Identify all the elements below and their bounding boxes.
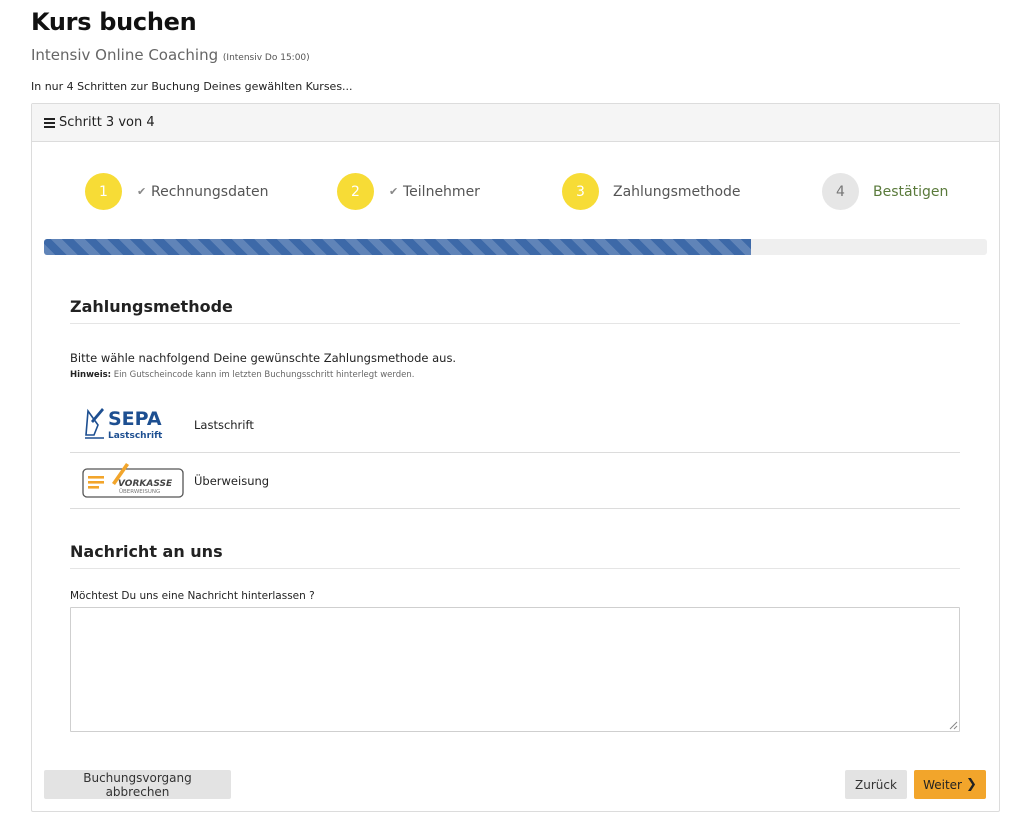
payment-option-sepa[interactable]: SEPA Lastschrift Lastschrift — [70, 397, 960, 453]
step-4-number: 4 — [822, 173, 859, 210]
step-2-label: Teilnehmer — [403, 183, 480, 200]
payment-section-title: Zahlungsmethode — [70, 297, 960, 324]
course-name: Intensiv Online Coaching — [31, 46, 219, 64]
note-text: Ein Gutscheincode kann im letzten Buchun… — [111, 370, 415, 380]
sepa-logo: SEPA Lastschrift — [82, 405, 186, 445]
vorkasse-logo-text: VORKASSE — [118, 479, 173, 489]
sepa-logo-subtext: Lastschrift — [108, 431, 163, 441]
payment-note: Hinweis: Ein Gutscheincode kann im letzt… — [70, 370, 414, 380]
cancel-booking-button[interactable]: Buchungsvorgang abbrechen — [44, 770, 231, 799]
intro-text: In nur 4 Schritten zur Buchung Deines ge… — [31, 80, 353, 93]
check-icon: ✔ — [389, 185, 399, 198]
payment-option-vorkasse-label: Überweisung — [194, 473, 270, 488]
message-section-title: Nachricht an uns — [70, 542, 960, 569]
vorkasse-logo-subtext: ÜBERWEISUNG — [119, 488, 160, 495]
panel-header: Schritt 3 von 4 — [32, 104, 999, 142]
menu-icon — [44, 116, 55, 130]
progress-fill — [44, 239, 752, 255]
step-3-number: 3 — [562, 173, 599, 210]
note-label: Hinweis: — [70, 370, 112, 380]
step-1-number: 1 — [85, 173, 122, 210]
back-button[interactable]: Zurück — [845, 770, 907, 799]
course-subtitle: Intensiv Online Coaching (Intensiv Do 15… — [31, 46, 310, 64]
course-schedule: (Intensiv Do 15:00) — [222, 53, 310, 63]
chevron-right-icon: ❯ — [966, 777, 977, 792]
progress-bar — [44, 239, 987, 255]
step-2-number: 2 — [337, 173, 374, 210]
step-4: 4 Bestätigen — [822, 173, 948, 210]
message-textarea[interactable] — [70, 607, 960, 732]
next-button[interactable]: Weiter ❯ — [914, 770, 986, 799]
payment-description: Bitte wähle nachfolgend Deine gewünschte… — [70, 351, 457, 365]
step-3-label: Zahlungsmethode — [613, 183, 741, 200]
next-button-label: Weiter — [923, 777, 962, 792]
page-title: Kurs buchen — [31, 8, 197, 36]
step-4-label: Bestätigen — [873, 183, 949, 200]
step-1: 1 ✔ Rechnungsdaten — [85, 173, 269, 210]
vorkasse-logo: VORKASSE ÜBERWEISUNG — [82, 461, 186, 501]
sepa-logo-text: SEPA — [108, 408, 162, 430]
message-label: Möchtest Du uns eine Nachricht hinterlas… — [70, 590, 315, 602]
payment-option-sepa-label: Lastschrift — [194, 417, 254, 432]
vorkasse-icon: VORKASSE ÜBERWEISUNG — [82, 462, 184, 498]
step-counter: Schritt 3 von 4 — [59, 115, 155, 130]
step-3: 3 Zahlungsmethode — [562, 173, 741, 210]
step-2: 2 ✔ Teilnehmer — [337, 173, 480, 210]
sepa-icon: SEPA Lastschrift — [85, 407, 163, 441]
step-1-label: Rechnungsdaten — [151, 183, 269, 200]
payment-option-vorkasse[interactable]: VORKASSE ÜBERWEISUNG Überweisung — [70, 453, 960, 509]
check-icon: ✔ — [137, 185, 147, 198]
booking-panel: Schritt 3 von 4 1 ✔ Rechnungsdaten 2 ✔ T… — [31, 103, 1000, 812]
resize-handle-icon[interactable] — [949, 721, 958, 730]
